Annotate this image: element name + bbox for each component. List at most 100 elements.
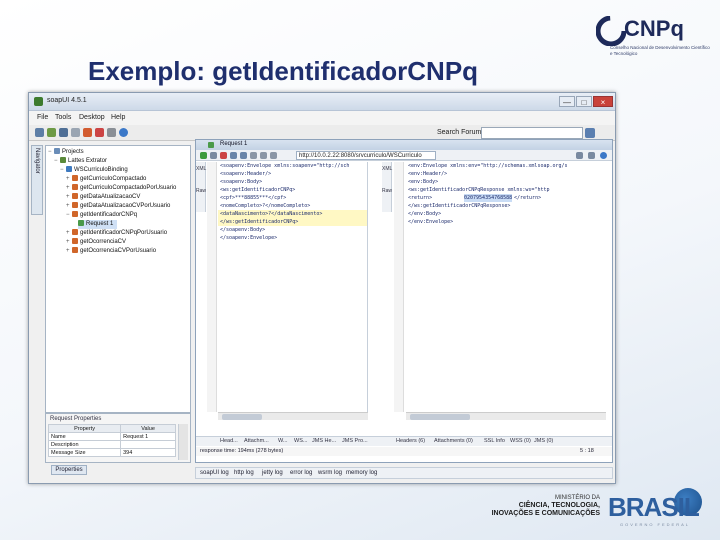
run-icon[interactable] bbox=[200, 152, 207, 159]
tree-root[interactable]: − Projects bbox=[48, 148, 84, 157]
minimize-button[interactable]: — bbox=[559, 96, 575, 107]
code-line: <nomeCompleto>?</nomeCompleto> bbox=[220, 203, 311, 209]
property-value[interactable]: Request 1 bbox=[120, 432, 176, 441]
menu-desktop[interactable]: Desktop bbox=[79, 114, 105, 121]
cnpq-logo: CNPq Conselho Nacional de Desenvolviment… bbox=[596, 14, 714, 62]
properties-scrollbar[interactable] bbox=[178, 424, 188, 460]
ministry-line-1: MINISTÉRIO DA bbox=[554, 495, 600, 501]
tab-response-headers[interactable]: Headers (6) bbox=[396, 438, 425, 444]
property-value[interactable] bbox=[120, 440, 176, 449]
tree-operation[interactable]: + getCurriculoCompactado bbox=[66, 175, 146, 184]
property-value[interactable]: 394 bbox=[120, 448, 176, 457]
format-icon[interactable] bbox=[260, 152, 267, 159]
tab-request-headers[interactable]: Head... bbox=[220, 438, 238, 444]
search-icon[interactable] bbox=[585, 128, 595, 138]
tab-request-jms-headers[interactable]: JMS He... bbox=[312, 438, 336, 444]
tree-operation[interactable]: + getDataAtualizacaoCV bbox=[66, 193, 140, 202]
menu-tools[interactable]: Tools bbox=[55, 114, 71, 121]
navigator-tab-label: Navigator bbox=[34, 148, 40, 174]
help-icon[interactable] bbox=[119, 128, 128, 137]
tree-operation[interactable]: − getIdentificadorCNPq bbox=[66, 211, 137, 220]
split-view-icon[interactable] bbox=[576, 152, 583, 159]
search-input[interactable] bbox=[481, 127, 583, 139]
response-side-tabs: XML Raw bbox=[382, 162, 392, 212]
tree-operation[interactable]: + getOcorrenciaCV bbox=[66, 238, 126, 247]
create-default-icon[interactable] bbox=[240, 152, 247, 159]
scrollbar-thumb[interactable] bbox=[410, 414, 470, 420]
scrollbar-thumb[interactable] bbox=[222, 414, 262, 420]
table-row[interactable]: Message Size 394 bbox=[47, 448, 176, 457]
tab-request-jms-properties[interactable]: JMS Pro... bbox=[342, 438, 368, 444]
tab-request-wsa[interactable]: WS... bbox=[294, 438, 307, 444]
tab-raw[interactable]: Raw bbox=[382, 188, 392, 194]
tab-soapui-log[interactable]: soapUI log bbox=[200, 470, 229, 476]
navigator-tab[interactable]: Navigator bbox=[31, 145, 43, 215]
tab-response-wss[interactable]: WSS (0) bbox=[510, 438, 531, 444]
response-xml-editor[interactable]: <env:Envelope xmlns:env="http://schemas.… bbox=[406, 162, 606, 412]
save-icon[interactable] bbox=[59, 128, 68, 137]
table-row[interactable]: Name Request 1 bbox=[47, 432, 176, 441]
code-line: </return> bbox=[514, 195, 542, 201]
endpoint-icon[interactable] bbox=[270, 152, 277, 159]
tree-service[interactable]: − WSCurriculoBinding bbox=[60, 166, 128, 175]
help-icon[interactable] bbox=[600, 152, 607, 159]
tab-response-attachments[interactable]: Attachments (0) bbox=[434, 438, 473, 444]
cnpq-logo-icon bbox=[596, 16, 626, 46]
tab-response-jms[interactable]: JMS (0) bbox=[534, 438, 553, 444]
tab-http-log[interactable]: http log bbox=[234, 470, 254, 476]
close-all-icon[interactable] bbox=[95, 128, 104, 137]
forward-icon[interactable] bbox=[71, 128, 80, 137]
code-line: <dataNascimento>?</dataNascimento> bbox=[220, 211, 323, 217]
code-line: <env:Envelope xmlns:env="http://schemas.… bbox=[408, 163, 568, 169]
tabs-view-icon[interactable] bbox=[588, 152, 595, 159]
operation-icon bbox=[72, 238, 78, 244]
project-tree-panel: − Projects − Lattes Extrator − WSCurriculoB… bbox=[45, 145, 191, 413]
code-line: <soapenv:Envelope xmlns:soapenv="http://… bbox=[220, 163, 350, 169]
response-horizontal-scrollbar[interactable] bbox=[406, 412, 606, 420]
import-icon[interactable] bbox=[47, 128, 56, 137]
tab-xml[interactable]: XML bbox=[196, 166, 206, 172]
menu-help[interactable]: Help bbox=[111, 114, 125, 121]
close-button[interactable]: × bbox=[593, 96, 613, 107]
tree-operation[interactable]: + getIdentificadorCNPqPorUsuario bbox=[66, 229, 167, 238]
tab-ssl-info[interactable]: SSL Info bbox=[484, 438, 505, 444]
tab-wsrm-log[interactable]: wsrm log bbox=[318, 470, 342, 476]
cnpq-logo-text: CNPq bbox=[624, 16, 684, 41]
tree-operation[interactable]: + getCurriculoCompactadoPorUsuario bbox=[66, 184, 176, 193]
tree-operation[interactable]: + getOcorrenciaCVPorUsuario bbox=[66, 247, 156, 256]
request-xml-editor[interactable]: <soapenv:Envelope xmlns:soapenv="http://… bbox=[218, 162, 368, 412]
tab-jetty-log[interactable]: jetty log bbox=[262, 470, 283, 476]
tree-operation[interactable]: + getDataAtualizacaoCVPorUsuario bbox=[66, 202, 170, 211]
stop-icon[interactable] bbox=[83, 128, 92, 137]
tab-xml[interactable]: XML bbox=[382, 166, 392, 172]
tab-request-wss[interactable]: W... bbox=[278, 438, 287, 444]
tree-project[interactable]: − Lattes Extrator bbox=[54, 157, 107, 166]
clone-icon[interactable] bbox=[250, 152, 257, 159]
tab-request-attachments[interactable]: Attachm... bbox=[244, 438, 269, 444]
maximize-button[interactable]: □ bbox=[576, 96, 592, 107]
add-assertion-icon[interactable] bbox=[210, 152, 217, 159]
tab-error-log[interactable]: error log bbox=[290, 470, 312, 476]
preferences-icon[interactable] bbox=[107, 128, 116, 137]
tree-request-selected[interactable]: Request 1 bbox=[78, 220, 118, 229]
request-horizontal-scrollbar[interactable] bbox=[218, 412, 368, 420]
tab-memory-log[interactable]: memory log bbox=[346, 470, 377, 476]
endpoint-url-input[interactable]: http://10.0.2.22:8080/srvcurriculo/WSCur… bbox=[296, 151, 436, 160]
cancel-icon[interactable] bbox=[220, 152, 227, 159]
table-header-row: Property Value bbox=[47, 424, 176, 433]
code-line: <env:Body> bbox=[408, 179, 439, 185]
create-empty-icon[interactable] bbox=[230, 152, 237, 159]
window-title: soapUI 4.5.1 bbox=[47, 97, 87, 104]
tab-raw[interactable]: Raw bbox=[196, 188, 206, 194]
menu-file[interactable]: File bbox=[37, 114, 48, 121]
properties-table: Property Value Name Request 1 Descriptio… bbox=[47, 424, 176, 457]
property-name: Message Size bbox=[47, 448, 122, 457]
table-row[interactable]: Description bbox=[47, 440, 176, 449]
slide-title: Exemplo: getIdentificadorCNPq bbox=[88, 56, 479, 86]
property-name: Name bbox=[47, 432, 122, 441]
properties-button[interactable]: Properties bbox=[51, 465, 87, 475]
new-project-icon[interactable] bbox=[35, 128, 44, 137]
brasil-logo-text: BRASIL bbox=[608, 492, 700, 522]
request-icon bbox=[208, 142, 214, 148]
code-line: <soapenv:Header/> bbox=[220, 171, 272, 177]
